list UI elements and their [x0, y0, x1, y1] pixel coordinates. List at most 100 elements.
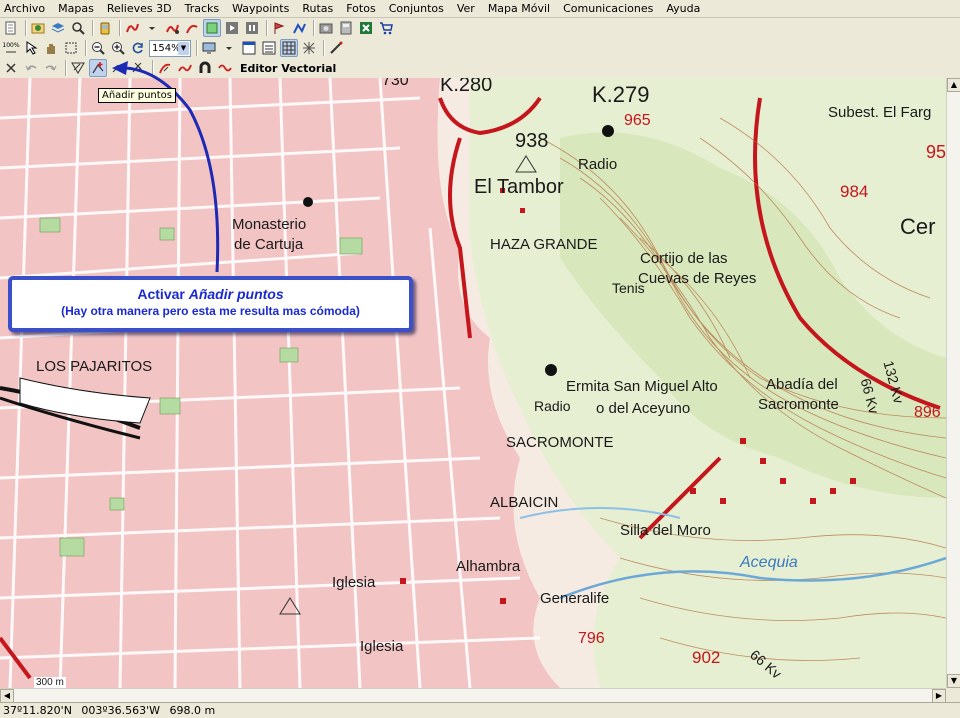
zoom-in-icon[interactable]: [109, 39, 127, 57]
map-label-generalife: Generalife: [540, 590, 610, 607]
measure-icon[interactable]: [327, 39, 345, 57]
record-green-icon[interactable]: [203, 19, 221, 37]
zoom-100-icon[interactable]: 100%: [2, 39, 20, 57]
window-icon[interactable]: [240, 39, 258, 57]
vertical-scrollbar[interactable]: ▲ ▼: [946, 78, 960, 688]
vector-editor-toolbar: Editor Vectorial: [0, 58, 960, 78]
pointer-icon[interactable]: [22, 39, 40, 57]
magnet-icon[interactable]: [196, 59, 214, 77]
menu-ver[interactable]: Ver: [451, 0, 482, 18]
toolbar-separator: [196, 40, 197, 56]
track-edit-icon[interactable]: [163, 19, 181, 37]
toolbar-separator: [25, 20, 26, 36]
map-label-902: 902: [692, 648, 721, 667]
screen-icon[interactable]: [200, 39, 218, 57]
waypoint-flag-icon[interactable]: [270, 19, 288, 37]
menu-mapa-movil[interactable]: Mapa Móvil: [482, 0, 557, 18]
map-label-silla-del-moro: Silla del Moro: [620, 522, 711, 539]
gps-icon[interactable]: [96, 19, 114, 37]
track-dropdown-icon[interactable]: [143, 19, 161, 37]
toolbar-separator: [65, 60, 66, 76]
grid-icon[interactable]: [280, 39, 298, 57]
utm-grid-icon[interactable]: [300, 39, 318, 57]
menu-waypoints[interactable]: Waypoints: [226, 0, 296, 18]
status-altitude: 698.0 m: [169, 704, 216, 717]
map-canvas[interactable]: K.280 K.279 938 965 Radio El Tambor Sube…: [0, 78, 946, 688]
cut-line-icon[interactable]: [156, 59, 174, 77]
scroll-up-icon[interactable]: ▲: [947, 78, 960, 92]
menu-mapas[interactable]: Mapas: [52, 0, 101, 18]
shopping-cart-icon[interactable]: [377, 19, 395, 37]
photo-icon[interactable]: [317, 19, 335, 37]
zoom-select[interactable]: 154% ▼: [149, 39, 191, 57]
horizontal-scrollbar[interactable]: ◀ ▶: [0, 688, 946, 703]
track-list-icon[interactable]: [183, 19, 201, 37]
map-label-95: 95: [926, 142, 946, 162]
delete-points-icon[interactable]: [129, 59, 147, 77]
map-label-896: 896: [914, 404, 941, 421]
refresh-icon[interactable]: [129, 39, 147, 57]
toolbar-separator: [266, 20, 267, 36]
view-toolbar: 100% 154% ▼: [0, 38, 960, 58]
callout-title-emphasis: Añadir puntos: [188, 286, 284, 302]
excel-icon[interactable]: [357, 19, 375, 37]
menu-archivo[interactable]: Archivo: [0, 0, 52, 18]
status-latitude: 37º11.820'N: [3, 704, 72, 717]
search-icon[interactable]: [69, 19, 87, 37]
menu-ayuda[interactable]: Ayuda: [660, 0, 707, 18]
menu-comunicaciones[interactable]: Comunicaciones: [557, 0, 660, 18]
undo-icon[interactable]: [22, 59, 40, 77]
map-label-radio-1: Radio: [578, 156, 618, 173]
menu-tracks[interactable]: Tracks: [179, 0, 227, 18]
map-label-k280: K.280: [440, 78, 493, 96]
map-label-tenis: Tenis: [612, 280, 645, 296]
layers-icon[interactable]: [49, 19, 67, 37]
scroll-down-icon[interactable]: ▼: [947, 674, 960, 688]
map-label-los-pajaritos: LOS PAJARITOS: [36, 358, 153, 375]
callout-title-prefix: Activar: [137, 286, 189, 302]
map-label-alhambra: Alhambra: [456, 558, 521, 575]
redo-icon[interactable]: [42, 59, 60, 77]
track-red-icon[interactable]: [123, 19, 141, 37]
move-points-icon[interactable]: [109, 59, 127, 77]
play-icon[interactable]: [223, 19, 241, 37]
map-label-albaicin: ALBAICIN: [490, 494, 559, 511]
menu-rutas[interactable]: Rutas: [296, 0, 340, 18]
map-label-sacromonte-1: Sacromonte: [758, 396, 839, 413]
map-label-984: 984: [840, 182, 869, 201]
map-label-el-tambor: El Tambor: [474, 176, 564, 198]
map-label-k279: K.279: [592, 82, 650, 107]
open-map-icon[interactable]: [29, 19, 47, 37]
toolbar-separator: [152, 60, 153, 76]
zoom-value: 154%: [152, 42, 181, 54]
new-icon[interactable]: [2, 19, 20, 37]
join-line-icon[interactable]: [176, 59, 194, 77]
menu-fotos[interactable]: Fotos: [340, 0, 382, 18]
zoom-out-icon[interactable]: [89, 39, 107, 57]
select-area-icon[interactable]: [62, 39, 80, 57]
route-icon[interactable]: [290, 19, 308, 37]
scroll-right-icon[interactable]: ▶: [932, 689, 946, 703]
map-label-cuevas: Cuevas de Reyes: [638, 270, 757, 287]
draw-polyline-icon[interactable]: [69, 59, 87, 77]
hand-pan-icon[interactable]: [42, 39, 60, 57]
menu-relieves-3d[interactable]: Relieves 3D: [101, 0, 179, 18]
add-points-icon[interactable]: [89, 59, 107, 77]
screen-dropdown-icon[interactable]: [220, 39, 238, 57]
map-label-965: 965: [624, 112, 651, 129]
scroll-left-icon[interactable]: ◀: [0, 689, 14, 703]
close-icon[interactable]: [2, 59, 20, 77]
smooth-line-icon[interactable]: [216, 59, 234, 77]
map-label-haza-grande: HAZA GRANDE: [490, 236, 598, 253]
window-list-icon[interactable]: [260, 39, 278, 57]
map-label-sacromonte-2: SACROMONTE: [506, 434, 614, 451]
editor-vectorial-label: Editor Vectorial: [240, 61, 337, 75]
map-label-radio-2: Radio: [534, 398, 571, 414]
pause-icon[interactable]: [243, 19, 261, 37]
map-label-cartuja: de Cartuja: [234, 236, 304, 253]
status-bar: 37º11.820'N 003º36.563'W 698.0 m: [0, 702, 960, 718]
map-label-abadia: Abadía del: [766, 376, 838, 393]
calculator-icon[interactable]: [337, 19, 355, 37]
menu-conjuntos[interactable]: Conjuntos: [383, 0, 451, 18]
toolbar-separator: [85, 40, 86, 56]
